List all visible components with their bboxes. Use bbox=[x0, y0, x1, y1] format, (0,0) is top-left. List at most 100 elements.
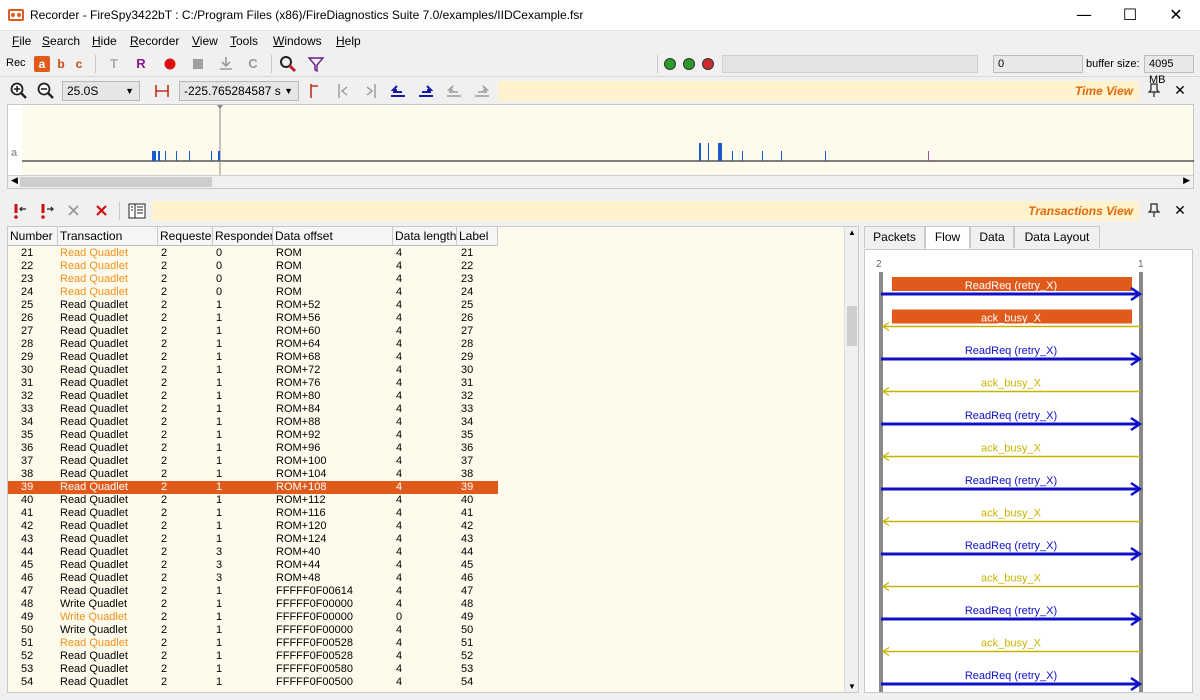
marker-next-icon[interactable] bbox=[417, 81, 435, 101]
maximize-button[interactable]: ☐ bbox=[1107, 0, 1153, 30]
table-row[interactable]: 36 Read Quadlet 2 1 ROM+96 4 36 bbox=[8, 442, 846, 455]
time-view-canvas[interactable] bbox=[22, 105, 1194, 177]
clear-button[interactable]: C bbox=[245, 54, 261, 74]
search-icon[interactable] bbox=[278, 54, 298, 74]
table-row[interactable]: 50 Write Quadlet 2 1 FFFFF0F00000 4 50 bbox=[8, 624, 846, 637]
table-row[interactable]: 42 Read Quadlet 2 1 ROM+120 4 42 bbox=[8, 520, 846, 533]
table-row[interactable]: 47 Read Quadlet 2 1 FFFFF0F00614 4 47 bbox=[8, 585, 846, 598]
stop-icon[interactable] bbox=[190, 54, 206, 74]
table-row[interactable]: 34 Read Quadlet 2 1 ROM+88 4 34 bbox=[8, 416, 846, 429]
tab-data[interactable]: Data bbox=[970, 226, 1014, 248]
column-header[interactable]: Data offset bbox=[273, 227, 393, 246]
download-icon[interactable] bbox=[217, 54, 235, 74]
cursor-time-select[interactable]: -225.765284587 s ▼ bbox=[179, 81, 299, 101]
marker-prev-disabled-icon[interactable] bbox=[445, 81, 463, 101]
column-header[interactable]: Label bbox=[457, 227, 498, 246]
table-row[interactable]: 52 Read Quadlet 2 1 FFFFF0F00528 4 52 bbox=[8, 650, 846, 663]
tab-data-layout[interactable]: Data Layout bbox=[1014, 226, 1100, 248]
trigger-a-button[interactable]: a bbox=[34, 56, 50, 72]
record-icon[interactable] bbox=[162, 54, 178, 74]
marker-next-disabled-icon[interactable] bbox=[473, 81, 491, 101]
menu-item[interactable]: Search bbox=[42, 34, 80, 48]
columns-icon[interactable] bbox=[126, 201, 148, 221]
table-row[interactable]: 25 Read Quadlet 2 1 ROM+52 4 25 bbox=[8, 299, 846, 312]
table-row[interactable]: 53 Read Quadlet 2 1 FFFFF0F00580 4 53 bbox=[8, 663, 846, 676]
filter-icon[interactable] bbox=[306, 54, 326, 74]
time-view-scroll-thumb[interactable] bbox=[20, 177, 212, 187]
table-row[interactable]: 22 Read Quadlet 2 0 ROM 4 22 bbox=[8, 260, 846, 273]
table-row[interactable]: 48 Write Quadlet 2 1 FFFFF0F00000 4 48 bbox=[8, 598, 846, 611]
scroll-right-icon[interactable]: ▶ bbox=[1183, 175, 1190, 186]
table-scrollbar[interactable]: ▲ ▼ bbox=[844, 227, 858, 692]
table-row[interactable]: 27 Read Quadlet 2 1 ROM+60 4 27 bbox=[8, 325, 846, 338]
column-header[interactable]: Transaction bbox=[58, 227, 158, 246]
table-scroll-thumb[interactable] bbox=[847, 306, 857, 346]
table-row[interactable]: 44 Read Quadlet 2 3 ROM+40 4 44 bbox=[8, 546, 846, 559]
go-last-icon[interactable] bbox=[362, 81, 380, 101]
time-view-scrollbar[interactable]: ◀ ▶ bbox=[8, 175, 1193, 188]
pin-icon[interactable] bbox=[1146, 203, 1162, 220]
pane-splitter[interactable] bbox=[0, 192, 1200, 198]
table-row[interactable]: 23 Read Quadlet 2 0 ROM 4 23 bbox=[8, 273, 846, 286]
time-range-icon[interactable] bbox=[152, 81, 172, 101]
table-row[interactable]: 32 Read Quadlet 2 1 ROM+80 4 32 bbox=[8, 390, 846, 403]
table-row[interactable]: 43 Read Quadlet 2 1 ROM+124 4 43 bbox=[8, 533, 846, 546]
tab-packets[interactable]: Packets bbox=[864, 226, 925, 248]
error-next-icon[interactable] bbox=[36, 201, 56, 221]
zoom-out-icon[interactable] bbox=[36, 81, 56, 101]
flow-diagram[interactable]: 2 1 ReadReq (retry_X) ack_busy_X ReadReq (re… bbox=[864, 249, 1193, 693]
table-row[interactable]: 49 Write Quadlet 2 1 FFFFF0F00000 0 49 bbox=[8, 611, 846, 624]
menu-item[interactable]: Windows bbox=[273, 34, 322, 48]
zoom-level-select[interactable]: 25.0S ▼ bbox=[62, 81, 140, 101]
tab-flow[interactable]: Flow bbox=[925, 226, 970, 250]
column-header[interactable]: Data length bbox=[393, 227, 457, 246]
zoom-in-icon[interactable] bbox=[9, 81, 29, 101]
table-row[interactable]: 51 Read Quadlet 2 1 FFFFF0F00528 4 51 bbox=[8, 637, 846, 650]
menu-item[interactable]: Recorder bbox=[130, 34, 179, 48]
trigger-c-button[interactable]: c bbox=[72, 54, 86, 74]
pin-icon[interactable] bbox=[1146, 83, 1162, 100]
trigger-t-button[interactable]: T bbox=[106, 54, 122, 74]
table-row[interactable]: 24 Read Quadlet 2 0 ROM 4 24 bbox=[8, 286, 846, 299]
table-row[interactable]: 26 Read Quadlet 2 1 ROM+56 4 26 bbox=[8, 312, 846, 325]
menu-item[interactable]: Hide bbox=[92, 34, 117, 48]
clear-error-disabled-icon[interactable] bbox=[64, 201, 84, 221]
scroll-up-icon[interactable]: ▲ bbox=[848, 228, 856, 237]
scroll-down-icon[interactable]: ▼ bbox=[848, 682, 856, 691]
table-row[interactable]: 21 Read Quadlet 2 0 ROM 4 21 bbox=[8, 247, 846, 260]
trigger-b-button[interactable]: b bbox=[54, 54, 68, 74]
scroll-left-icon[interactable]: ◀ bbox=[11, 175, 18, 186]
cursor-marker-icon[interactable] bbox=[306, 81, 324, 101]
menu-item[interactable]: Tools bbox=[230, 34, 258, 48]
close-button[interactable]: ✕ bbox=[1153, 0, 1199, 30]
table-row[interactable]: 31 Read Quadlet 2 1 ROM+76 4 31 bbox=[8, 377, 846, 390]
time-view-graph[interactable]: a ◀ ▶ bbox=[7, 104, 1194, 189]
close-icon[interactable]: ✕ bbox=[1172, 82, 1188, 99]
close-icon[interactable]: ✕ bbox=[1172, 202, 1188, 219]
table-row[interactable]: 35 Read Quadlet 2 1 ROM+92 4 35 bbox=[8, 429, 846, 442]
column-header[interactable]: Number bbox=[8, 227, 58, 246]
trigger-r-button[interactable]: R bbox=[133, 54, 149, 74]
table-row[interactable]: 37 Read Quadlet 2 1 ROM+100 4 37 bbox=[8, 455, 846, 468]
minimize-button[interactable]: — bbox=[1061, 0, 1107, 30]
go-first-icon[interactable] bbox=[334, 81, 352, 101]
table-row[interactable]: 33 Read Quadlet 2 1 ROM+84 4 33 bbox=[8, 403, 846, 416]
column-header[interactable]: Requester bbox=[158, 227, 213, 246]
column-header[interactable]: Responder bbox=[213, 227, 273, 246]
table-row[interactable]: 46 Read Quadlet 2 3 ROM+48 4 46 bbox=[8, 572, 846, 585]
table-row[interactable]: 38 Read Quadlet 2 1 ROM+104 4 38 bbox=[8, 468, 846, 481]
menu-item[interactable]: File bbox=[12, 34, 31, 48]
table-row[interactable]: 40 Read Quadlet 2 1 ROM+112 4 40 bbox=[8, 494, 846, 507]
table-row[interactable]: 39 Read Quadlet 2 1 ROM+108 4 39 bbox=[8, 481, 498, 494]
error-prev-icon[interactable] bbox=[9, 201, 29, 221]
clear-error-icon[interactable] bbox=[92, 201, 112, 221]
marker-prev-icon[interactable] bbox=[389, 81, 407, 101]
menu-item[interactable]: View bbox=[192, 34, 218, 48]
table-row[interactable]: 29 Read Quadlet 2 1 ROM+68 4 29 bbox=[8, 351, 846, 364]
table-row[interactable]: 28 Read Quadlet 2 1 ROM+64 4 28 bbox=[8, 338, 846, 351]
transactions-table[interactable]: 20Read Quadlet23ROM+3642021Read Quadlet2… bbox=[7, 226, 859, 693]
menu-item[interactable]: Help bbox=[336, 34, 361, 48]
table-row[interactable]: 41 Read Quadlet 2 1 ROM+116 4 41 bbox=[8, 507, 846, 520]
table-row[interactable]: 54 Read Quadlet 2 1 FFFFF0F00500 4 54 bbox=[8, 676, 846, 689]
table-row[interactable]: 30 Read Quadlet 2 1 ROM+72 4 30 bbox=[8, 364, 846, 377]
